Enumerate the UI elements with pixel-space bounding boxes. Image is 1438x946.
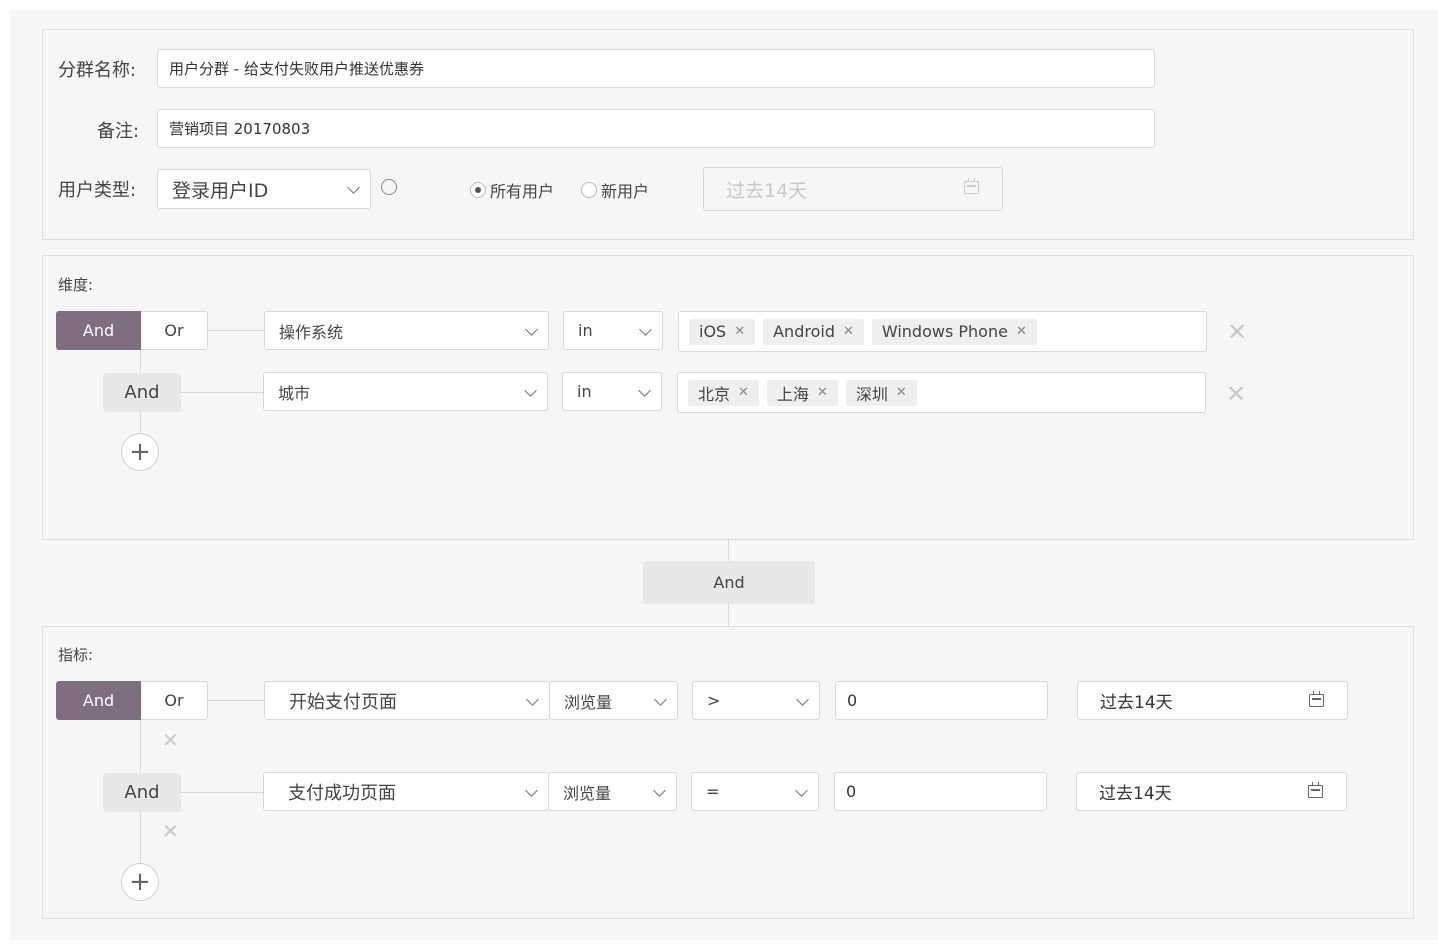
add-dimension-plus-icon[interactable]: + bbox=[121, 433, 159, 471]
metric-measure-select[interactable]: 浏览量 bbox=[548, 772, 677, 811]
chevron-down-icon bbox=[347, 181, 360, 194]
note-label: 备注: bbox=[97, 121, 140, 142]
metric-branch-line-1 bbox=[207, 700, 265, 701]
chevron-down-icon bbox=[654, 692, 667, 706]
tag-chip: Windows Phone ✕ bbox=[871, 318, 1037, 345]
user-type-value: 登录用户ID bbox=[172, 179, 269, 202]
tag-label: iOS bbox=[699, 322, 727, 341]
dimension-title: 维度: bbox=[58, 276, 94, 294]
tag-label: 北京 bbox=[698, 384, 731, 404]
remove-row-close-icon[interactable]: ✕ bbox=[1227, 320, 1247, 344]
metric-row-logic[interactable]: And bbox=[103, 773, 181, 812]
dimension-field-select[interactable]: 城市 bbox=[263, 372, 548, 411]
user-type-label: 用户类型: bbox=[58, 180, 137, 201]
radio-all-users[interactable]: 所有用户 bbox=[470, 178, 554, 202]
metric-title: 指标: bbox=[58, 646, 94, 664]
segment-name-input[interactable]: 用户分群 - 给支付失败用户推送优惠券 bbox=[157, 49, 1155, 88]
chevron-down-icon bbox=[524, 383, 537, 397]
dimension-tag-input[interactable]: 北京 ✕ 上海 ✕ 深圳 ✕ bbox=[677, 372, 1206, 413]
tag-label: 上海 bbox=[776, 384, 809, 404]
remove-row-close-icon[interactable]: ✕ bbox=[162, 730, 179, 750]
metric-date-range[interactable]: 过去14天 bbox=[1076, 772, 1347, 811]
dimension-operator-value: in bbox=[577, 382, 592, 401]
dimension-operator-select[interactable]: in bbox=[562, 372, 662, 411]
chevron-down-icon bbox=[795, 783, 808, 797]
metric-page-select[interactable]: 支付成功页面 bbox=[263, 772, 549, 811]
metric-date-value: 过去14天 bbox=[1100, 693, 1173, 713]
group-connector-and[interactable]: And bbox=[643, 561, 815, 604]
radio-dot-checked bbox=[470, 182, 486, 198]
radio-new-users-label: 新用户 bbox=[601, 182, 650, 201]
tag-chip: iOS ✕ bbox=[689, 318, 756, 345]
calendar-icon[interactable] bbox=[1309, 691, 1324, 707]
tag-label: 深圳 bbox=[855, 384, 888, 404]
metric-operator-select[interactable]: = bbox=[691, 772, 819, 811]
remove-row-close-icon[interactable]: ✕ bbox=[162, 821, 179, 841]
chevron-down-icon bbox=[639, 322, 652, 336]
chevron-down-icon bbox=[526, 692, 539, 706]
chevron-down-icon bbox=[796, 692, 809, 706]
calendar-icon[interactable] bbox=[1308, 782, 1323, 798]
dimension-branch-line-1 bbox=[207, 330, 265, 331]
calendar-icon bbox=[964, 178, 979, 194]
metric-branch-line-2 bbox=[181, 792, 264, 793]
tag-chip: 上海 ✕ bbox=[766, 379, 838, 406]
info-icon[interactable] bbox=[381, 179, 397, 195]
date-range-placeholder: 过去14天 bbox=[726, 179, 808, 202]
add-metric-plus-icon[interactable]: + bbox=[121, 863, 159, 901]
metric-value-input[interactable]: 0 bbox=[834, 772, 1047, 811]
radio-dot-unchecked bbox=[581, 182, 597, 198]
chevron-down-icon bbox=[638, 383, 651, 397]
dimension-operator-select[interactable]: in bbox=[563, 311, 663, 350]
tag-remove-icon[interactable]: ✕ bbox=[734, 324, 745, 339]
dimension-and-toggle[interactable]: And bbox=[56, 311, 141, 350]
metric-operator-value: = bbox=[706, 782, 720, 801]
user-type-select[interactable]: 登录用户ID bbox=[157, 169, 371, 209]
chevron-down-icon bbox=[525, 322, 538, 336]
metric-page-value: 开始支付页面 bbox=[289, 691, 397, 713]
metric-page-select[interactable]: 开始支付页面 bbox=[264, 681, 550, 720]
date-range-disabled: 过去14天 bbox=[703, 167, 1003, 211]
tag-chip: 深圳 ✕ bbox=[845, 379, 917, 406]
metric-operator-value: > bbox=[707, 691, 721, 710]
tag-remove-icon[interactable]: ✕ bbox=[896, 385, 907, 400]
tag-label: Windows Phone bbox=[881, 322, 1008, 341]
tag-chip: Android ✕ bbox=[763, 318, 864, 345]
tag-remove-icon[interactable]: ✕ bbox=[817, 385, 828, 400]
metric-measure-value: 浏览量 bbox=[563, 783, 612, 803]
dimension-field-select[interactable]: 操作系统 bbox=[264, 311, 549, 350]
remove-row-close-icon[interactable]: ✕ bbox=[1226, 382, 1246, 406]
dimension-tag-input[interactable]: iOS ✕ Android ✕ Windows Phone ✕ bbox=[678, 311, 1207, 352]
dimension-field-value: 城市 bbox=[278, 383, 311, 403]
tag-label: Android bbox=[773, 322, 835, 341]
radio-new-users[interactable]: 新用户 bbox=[581, 178, 649, 202]
dimension-row-logic[interactable]: And bbox=[103, 373, 181, 412]
dimension-field-value: 操作系统 bbox=[279, 322, 344, 342]
metric-measure-select[interactable]: 浏览量 bbox=[549, 681, 678, 720]
tag-remove-icon[interactable]: ✕ bbox=[1016, 324, 1027, 339]
chevron-down-icon bbox=[653, 783, 666, 797]
note-input[interactable]: 营销项目 20170803 bbox=[157, 109, 1155, 148]
metric-page-value: 支付成功页面 bbox=[288, 782, 396, 804]
metric-value-input[interactable]: 0 bbox=[835, 681, 1048, 720]
connector-line-bottom bbox=[728, 604, 729, 626]
metric-or-toggle[interactable]: Or bbox=[141, 681, 208, 720]
dimension-or-toggle[interactable]: Or bbox=[141, 311, 208, 350]
metric-operator-select[interactable]: > bbox=[692, 681, 820, 720]
metric-date-value: 过去14天 bbox=[1099, 784, 1172, 804]
metric-measure-value: 浏览量 bbox=[564, 692, 613, 712]
metric-and-toggle[interactable]: And bbox=[56, 681, 141, 720]
metric-date-range[interactable]: 过去14天 bbox=[1077, 681, 1348, 720]
tag-remove-icon[interactable]: ✕ bbox=[738, 385, 749, 400]
tag-chip: 北京 ✕ bbox=[688, 379, 759, 406]
chevron-down-icon bbox=[525, 783, 538, 797]
connector-line-top bbox=[728, 540, 729, 561]
dimension-branch-line-2 bbox=[181, 392, 264, 393]
tag-remove-icon[interactable]: ✕ bbox=[843, 324, 854, 339]
segment-name-label: 分群名称: bbox=[58, 60, 137, 81]
radio-all-users-label: 所有用户 bbox=[490, 182, 555, 201]
dimension-operator-value: in bbox=[578, 321, 593, 340]
